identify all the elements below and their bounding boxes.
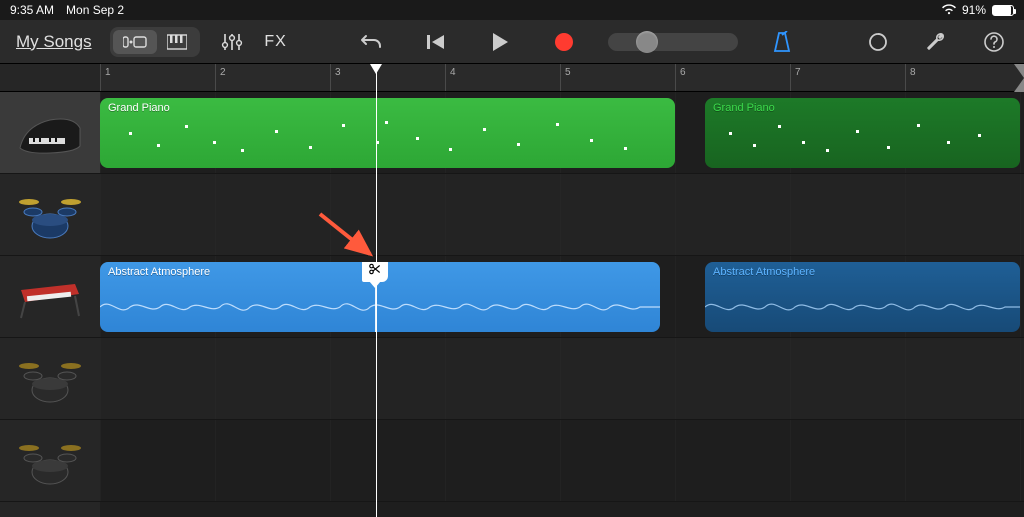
- waveform: [705, 292, 1020, 322]
- undo-button[interactable]: [354, 26, 390, 58]
- view-editor-button[interactable]: [157, 30, 197, 54]
- record-button[interactable]: [546, 26, 582, 58]
- help-icon: [983, 31, 1005, 53]
- loop-browser-button[interactable]: [860, 26, 896, 58]
- track-lane-1[interactable]: Grand Piano Grand Piano: [100, 92, 1024, 174]
- play-icon: [490, 31, 510, 53]
- track-header-3[interactable]: [0, 256, 100, 338]
- annotation-arrow: [315, 209, 385, 264]
- track-lane-2[interactable]: [100, 174, 1024, 256]
- settings-button[interactable]: [918, 26, 954, 58]
- scissors-icon: [368, 262, 382, 276]
- midi-notes: [106, 116, 669, 162]
- track-lane-5[interactable]: [100, 420, 1024, 502]
- audio-region[interactable]: Abstract Atmosphere: [100, 262, 660, 332]
- play-button[interactable]: [482, 26, 518, 58]
- drums-instrument-icon: [15, 433, 85, 488]
- bar-marker: 5: [560, 64, 571, 91]
- rewind-icon: [426, 33, 446, 51]
- metronome-button[interactable]: [764, 26, 800, 58]
- track-header-5[interactable]: [0, 420, 100, 502]
- wrench-icon: [925, 31, 947, 53]
- wifi-icon: [942, 4, 956, 16]
- my-songs-button[interactable]: My Songs: [12, 26, 96, 58]
- midi-region[interactable]: Grand Piano: [705, 98, 1020, 168]
- transport-controls: [354, 26, 582, 58]
- region-label: Grand Piano: [705, 98, 1020, 118]
- midi-region[interactable]: Grand Piano: [100, 98, 675, 168]
- record-icon: [555, 33, 573, 51]
- keyboard-instrument-icon: [15, 269, 85, 324]
- track-headers: [0, 64, 100, 517]
- track-lane-3[interactable]: Abstract Atmosphere Abstract Atmosphere: [100, 256, 1024, 338]
- bar-marker: 2: [215, 64, 226, 91]
- audio-region[interactable]: Abstract Atmosphere: [705, 262, 1020, 332]
- sliders-icon: [221, 33, 243, 51]
- workspace: 1 2 3 4 5 6 7 8 Grand Piano Grand Piano: [0, 64, 1024, 517]
- region-label: Abstract Atmosphere: [705, 262, 1020, 282]
- undo-icon: [360, 32, 384, 52]
- section-end-marker[interactable]: [1014, 64, 1024, 92]
- tracks-view-icon: [123, 34, 147, 50]
- status-date: Mon Sep 2: [66, 3, 124, 17]
- region-label: Grand Piano: [100, 98, 675, 118]
- bar-marker: 7: [790, 64, 801, 91]
- ruler[interactable]: 1 2 3 4 5 6 7 8: [100, 64, 1024, 92]
- volume-knob[interactable]: [636, 31, 658, 53]
- toolbar: My Songs FX: [0, 20, 1024, 64]
- status-time: 9:35 AM: [10, 3, 54, 17]
- piano-icon: [167, 34, 187, 50]
- rewind-button[interactable]: [418, 26, 454, 58]
- bar-marker: 1: [100, 64, 111, 91]
- drums-instrument-icon: [15, 187, 85, 242]
- master-volume-slider[interactable]: [608, 33, 738, 51]
- status-bar: 9:35 AM Mon Sep 2 91%: [0, 0, 1024, 20]
- bar-marker: 6: [675, 64, 686, 91]
- fx-button[interactable]: FX: [258, 26, 294, 58]
- track-lane-4[interactable]: [100, 338, 1024, 420]
- split-marker[interactable]: [362, 262, 388, 282]
- help-button[interactable]: [976, 26, 1012, 58]
- drums-instrument-icon: [15, 351, 85, 406]
- bar-marker: 8: [905, 64, 916, 91]
- midi-notes: [711, 116, 1014, 162]
- view-tracks-button[interactable]: [113, 30, 157, 54]
- track-header-4[interactable]: [0, 338, 100, 420]
- mixer-button[interactable]: [214, 26, 250, 58]
- view-switcher: [110, 27, 200, 57]
- track-header-1[interactable]: [0, 92, 100, 174]
- waveform: [100, 292, 660, 322]
- piano-instrument-icon: [15, 105, 85, 160]
- loop-icon: [867, 31, 889, 53]
- bar-marker: 3: [330, 64, 341, 91]
- track-header-2[interactable]: [0, 174, 100, 256]
- metronome-icon: [772, 31, 792, 53]
- battery-percent: 91%: [962, 3, 986, 17]
- battery-icon: [992, 5, 1014, 16]
- timeline[interactable]: 1 2 3 4 5 6 7 8 Grand Piano Grand Piano: [100, 64, 1024, 517]
- bar-marker: 4: [445, 64, 456, 91]
- playhead[interactable]: [376, 64, 377, 517]
